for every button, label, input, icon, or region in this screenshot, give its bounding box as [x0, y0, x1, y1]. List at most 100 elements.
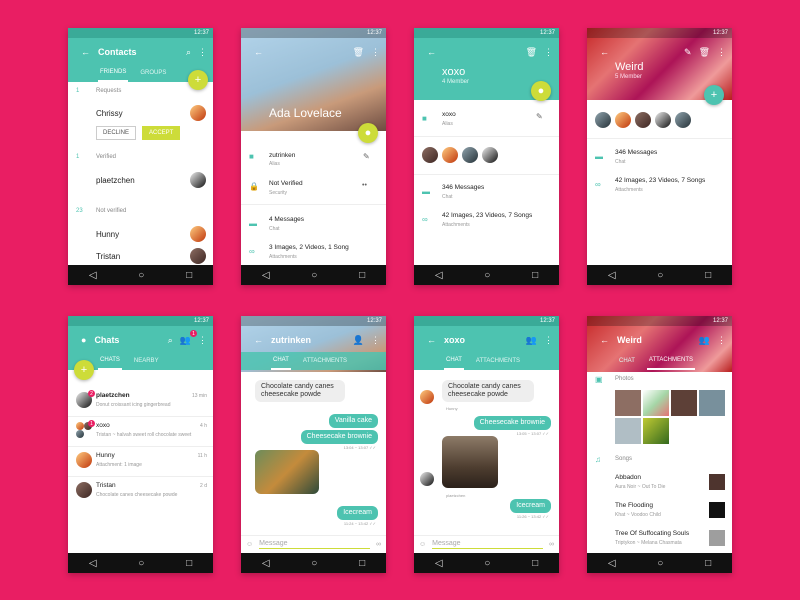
contacts-icon[interactable]: 👥 [180, 335, 191, 346]
edit-icon[interactable]: ✎ [536, 112, 543, 121]
member-avatar[interactable] [655, 112, 671, 128]
back-nav-icon[interactable]: ◁ [89, 558, 97, 569]
decline-button[interactable]: DECLINE [96, 126, 137, 140]
back-nav-icon[interactable]: ◁ [262, 270, 270, 281]
more-icon[interactable]: ⋮ [198, 47, 207, 58]
home-nav-icon[interactable]: ○ [657, 270, 663, 281]
messages-count[interactable]: 346 Messages [615, 149, 657, 156]
back-arrow-icon[interactable]: ← [600, 47, 609, 57]
message-input[interactable]: Message [259, 540, 370, 549]
back-nav-icon[interactable]: ◁ [608, 558, 616, 569]
member-avatar[interactable] [675, 112, 691, 128]
edit-icon[interactable]: ✎ [684, 47, 692, 58]
more-icon[interactable]: ⋮ [198, 335, 207, 346]
more-icon[interactable]: ⋮ [717, 47, 726, 58]
recent-nav-icon[interactable]: □ [359, 270, 365, 281]
more-icon[interactable]: ⋮ [544, 335, 553, 346]
chat-list-item[interactable]: 2 plaetzchen Donut croissant icing ginge… [68, 390, 213, 416]
attach-icon[interactable]: ∞ [549, 541, 554, 548]
contact-name[interactable]: plaetzchen [96, 176, 135, 185]
delete-icon[interactable]: 🗑 [699, 47, 710, 58]
member-avatar[interactable] [615, 112, 631, 128]
group-icon[interactable]: 👥 [699, 335, 710, 346]
member-avatar[interactable] [635, 112, 651, 128]
recent-nav-icon[interactable]: □ [705, 558, 711, 569]
emoji-icon[interactable]: ☺ [419, 541, 426, 548]
chat-list-item[interactable]: Hunny Attachment: 1 image 11 h [68, 450, 213, 476]
attach-icon[interactable]: ∞ [376, 541, 381, 548]
search-icon[interactable]: ⌕ [168, 335, 173, 346]
back-arrow-icon[interactable]: ← [600, 335, 609, 345]
back-nav-icon[interactable]: ◁ [89, 270, 97, 281]
tab-chat[interactable]: CHAT [271, 352, 291, 370]
attachments-count[interactable]: 3 Images, 2 Videos, 1 Song [269, 244, 349, 251]
back-nav-icon[interactable]: ◁ [435, 558, 443, 569]
chat-button[interactable]: ● [358, 123, 378, 143]
add-member-button[interactable]: + [704, 85, 724, 105]
tab-chat[interactable]: CHAT [617, 352, 637, 370]
back-nav-icon[interactable]: ◁ [608, 270, 616, 281]
recent-nav-icon[interactable]: □ [532, 270, 538, 281]
photo-thumbnail[interactable] [699, 390, 725, 416]
emoji-icon[interactable]: ☺ [246, 541, 253, 548]
search-icon[interactable]: ⌕ [186, 47, 191, 58]
more-icon[interactable]: ⋮ [371, 335, 380, 346]
contact-name[interactable]: Chrissy [96, 109, 123, 118]
home-nav-icon[interactable]: ○ [138, 270, 144, 281]
attachments-count[interactable]: 42 Images, 23 Videos, 7 Songs [615, 177, 705, 184]
back-arrow-icon[interactable]: ← [427, 47, 436, 57]
member-avatar[interactable] [442, 147, 458, 163]
messages-count[interactable]: 4 Messages [269, 216, 304, 223]
tab-chat[interactable]: CHAT [444, 352, 464, 370]
back-nav-icon[interactable]: ◁ [435, 270, 443, 281]
back-nav-icon[interactable]: ◁ [262, 558, 270, 569]
tab-nearby[interactable]: NEARBY [132, 352, 161, 370]
home-nav-icon[interactable]: ○ [311, 558, 317, 569]
song-item[interactable]: Abbadon Aura Noir ~ Out To Die [587, 472, 732, 496]
tab-groups[interactable]: GROUPS [138, 64, 168, 82]
tab-attachments[interactable]: ATTACHMENTS [646, 352, 695, 370]
member-avatar[interactable] [462, 147, 478, 163]
recent-nav-icon[interactable]: □ [186, 558, 192, 569]
tab-chats[interactable]: CHATS [98, 352, 122, 370]
attachments-count[interactable]: 42 Images, 23 Videos, 7 Songs [442, 212, 532, 219]
image-attachment[interactable] [255, 450, 319, 494]
recent-nav-icon[interactable]: □ [532, 558, 538, 569]
message-input[interactable]: Message [432, 540, 543, 549]
delete-icon[interactable]: 🗑 [526, 47, 537, 58]
chat-list-item[interactable]: Tristan Chocolate canes cheesecake powde… [68, 480, 213, 506]
photo-thumbnail[interactable] [615, 390, 641, 416]
home-nav-icon[interactable]: ○ [311, 270, 317, 281]
recent-nav-icon[interactable]: □ [359, 558, 365, 569]
edit-icon[interactable]: ✎ [363, 152, 370, 161]
add-contact-button[interactable]: + [188, 70, 208, 90]
back-arrow-icon[interactable]: ← [81, 47, 90, 57]
tab-attachments[interactable]: ATTACHMENTS [301, 352, 349, 370]
image-attachment[interactable] [442, 436, 498, 488]
member-avatar[interactable] [482, 147, 498, 163]
more-icon[interactable]: ⋮ [544, 47, 553, 58]
tab-attachments[interactable]: ATTACHMENTS [474, 352, 522, 370]
tab-friends[interactable]: FRIENDS [98, 64, 129, 82]
verify-icon[interactable]: •• [362, 182, 367, 189]
home-nav-icon[interactable]: ○ [484, 270, 490, 281]
more-icon[interactable]: ⋮ [717, 335, 726, 346]
home-nav-icon[interactable]: ○ [138, 558, 144, 569]
contact-name[interactable]: Tristan [96, 252, 120, 261]
home-nav-icon[interactable]: ○ [484, 558, 490, 569]
song-item[interactable]: The Flooding Khat ~ Voodoo Child [587, 500, 732, 524]
recent-nav-icon[interactable]: □ [705, 270, 711, 281]
chat-button[interactable]: ● [531, 81, 551, 101]
photo-thumbnail[interactable] [671, 390, 697, 416]
home-nav-icon[interactable]: ○ [657, 558, 663, 569]
more-icon[interactable]: ⋮ [371, 47, 380, 58]
photo-thumbnail[interactable] [643, 418, 669, 444]
person-icon[interactable]: 👤 [353, 335, 364, 346]
photo-thumbnail[interactable] [643, 390, 669, 416]
messages-count[interactable]: 346 Messages [442, 184, 484, 191]
member-avatar[interactable] [422, 147, 438, 163]
delete-icon[interactable]: 🗑 [353, 47, 364, 58]
chat-list-item[interactable]: 1 xoxo Tristan ~ halvah sweet roll choco… [68, 420, 213, 446]
recent-nav-icon[interactable]: □ [186, 270, 192, 281]
new-chat-button[interactable]: + [74, 360, 94, 380]
